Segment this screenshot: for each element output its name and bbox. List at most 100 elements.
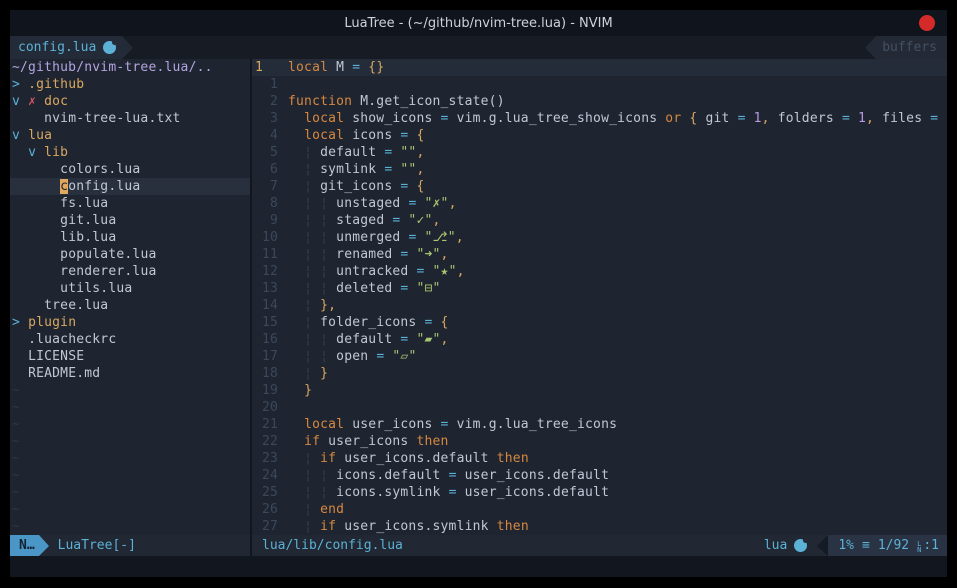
code-line[interactable]: 1local M = {} [252, 59, 947, 76]
code-editor[interactable]: 1local M = {}12function M.get_icon_state… [252, 59, 947, 535]
line-number: 7 [252, 178, 278, 195]
tree-row[interactable]: git.lua [10, 212, 250, 229]
token-plain [20, 94, 28, 109]
tree-row[interactable]: > .github [10, 76, 250, 93]
code-line[interactable]: 2function M.get_icon_state() [252, 93, 947, 110]
code-line[interactable]: 17 ¦ ¦ open = "▱" [252, 348, 947, 365]
tree-row[interactable]: v lua [10, 127, 250, 144]
token-fg [288, 434, 304, 449]
code-line[interactable]: 21 local user_icons = vim.g.lua_tree_ico… [252, 416, 947, 433]
token-file: colors.lua [60, 162, 140, 177]
tab-config-lua[interactable]: config.lua [10, 36, 122, 59]
token-pu: , [866, 111, 874, 126]
token-op: = [424, 315, 432, 330]
tree-row[interactable]: > plugin [10, 314, 250, 331]
token-fg: vim.g.lua_tree_show_icons [449, 111, 666, 126]
main-area: ~/github/nvim-tree.lua/..> .githubv ✗ do… [10, 59, 947, 535]
code-line[interactable]: 5 ¦ default = "", [252, 144, 947, 161]
token-root: ~/github/nvim-tree.lua/.. [12, 60, 213, 75]
file-tree[interactable]: ~/github/nvim-tree.lua/..> .githubv ✗ do… [10, 59, 250, 535]
code-line[interactable]: 15 ¦ folder_icons = { [252, 314, 947, 331]
line-number: 19 [252, 382, 278, 399]
token-guide: ¦ [320, 196, 328, 211]
code-text: ¦ ¦ staged = "✓", [278, 212, 441, 229]
tree-row[interactable]: renderer.lua [10, 263, 250, 280]
tree-row[interactable]: ~ [10, 399, 250, 416]
code-line[interactable]: 23 ¦ if user_icons.default then [252, 450, 947, 467]
tree-row[interactable]: v ✗ doc [10, 93, 250, 110]
ln-bottom: N [917, 547, 921, 553]
code-line[interactable]: 1 [252, 76, 947, 93]
tree-row[interactable]: ~ [10, 416, 250, 433]
tree-row[interactable]: ~ [10, 450, 250, 467]
token-num: 1 [850, 111, 866, 126]
tree-row[interactable]: fs.lua [10, 195, 250, 212]
tree-row[interactable]: ~ [10, 484, 250, 501]
code-line[interactable]: 16 ¦ ¦ default = "▰", [252, 331, 947, 348]
token-fg [288, 468, 304, 483]
token-fg [288, 264, 304, 279]
token-plain [36, 94, 44, 109]
code-line[interactable]: 24 ¦ ¦ icons.default = user_icons.defaul… [252, 467, 947, 484]
code-line[interactable]: 18 ¦ } [252, 365, 947, 382]
token-guide: ¦ [304, 196, 312, 211]
code-line[interactable]: 14 ¦ }, [252, 297, 947, 314]
tree-row[interactable]: v lib [10, 144, 250, 161]
tree-row[interactable]: README.md [10, 365, 250, 382]
command-line[interactable] [10, 556, 947, 577]
token-folder: lib [44, 145, 68, 160]
token-fg [288, 383, 304, 398]
titlebar[interactable]: LuaTree - (~/github/nvim-tree.lua) - NVI… [10, 10, 947, 36]
tree-row[interactable]: ~ [10, 501, 250, 518]
token-pu: , [449, 196, 457, 211]
code-line[interactable]: 13 ¦ ¦ deleted = "⊟" [252, 280, 947, 297]
tree-row[interactable]: ~ [10, 382, 250, 399]
tree-row-selected[interactable]: config.lua [10, 178, 250, 195]
window-title: LuaTree - (~/github/nvim-tree.lua) - NVI… [344, 16, 612, 31]
code-line[interactable]: 6 ¦ symlink = "", [252, 161, 947, 178]
token-fg [312, 349, 320, 364]
token-pu: } [312, 366, 328, 381]
token-str: "" [392, 145, 416, 160]
token-str: "⊟" [408, 281, 440, 296]
tree-row[interactable]: populate.lua [10, 246, 250, 263]
tree-row[interactable]: ~/github/nvim-tree.lua/.. [10, 59, 250, 76]
code-line[interactable]: 12 ¦ ¦ untracked = "★", [252, 263, 947, 280]
tree-row[interactable]: ~ [10, 467, 250, 484]
token-fg [312, 213, 320, 228]
buffers-label[interactable]: buffers [876, 36, 947, 59]
tree-row[interactable]: utils.lua [10, 280, 250, 297]
code-line[interactable]: 20 [252, 399, 947, 416]
token-tilde: ~ [12, 519, 20, 534]
code-text: ¦ end [278, 501, 344, 518]
tree-row[interactable]: colors.lua [10, 161, 250, 178]
code-line[interactable]: 4 local icons = { [252, 127, 947, 144]
token-plain [12, 247, 60, 262]
tree-row[interactable]: lib.lua [10, 229, 250, 246]
powerline-arrow-icon [122, 36, 133, 59]
code-line[interactable]: 22 if user_icons then [252, 433, 947, 450]
tree-row[interactable]: .luacheckrc [10, 331, 250, 348]
tree-row[interactable]: ~ [10, 518, 250, 535]
token-kw: local [304, 128, 344, 143]
code-line[interactable]: 3 local show_icons = vim.g.lua_tree_show… [252, 110, 947, 127]
token-red: ✗ [28, 94, 36, 109]
token-guide: ¦ [304, 230, 312, 245]
code-line[interactable]: 10 ¦ ¦ unmerged = "⎇", [252, 229, 947, 246]
code-line[interactable]: 8 ¦ ¦ unstaged = "✗", [252, 195, 947, 212]
tree-row[interactable]: tree.lua [10, 297, 250, 314]
tree-row[interactable]: ~ [10, 433, 250, 450]
code-line[interactable]: 9 ¦ ¦ staged = "✓", [252, 212, 947, 229]
close-button[interactable] [919, 15, 935, 31]
line-number: 2 [252, 93, 278, 110]
token-guide: ¦ [304, 349, 312, 364]
tree-row[interactable]: nvim-tree-lua.txt [10, 110, 250, 127]
code-line[interactable]: 7 ¦ git_icons = { [252, 178, 947, 195]
code-line[interactable]: 11 ¦ ¦ renamed = "➜", [252, 246, 947, 263]
mode-text: N… [19, 538, 35, 553]
code-line[interactable]: 26 ¦ end [252, 501, 947, 518]
tree-row[interactable]: LICENSE [10, 348, 250, 365]
code-line[interactable]: 19 } [252, 382, 947, 399]
code-line[interactable]: 25 ¦ ¦ icons.symlink = user_icons.defaul… [252, 484, 947, 501]
code-line[interactable]: 27 ¦ if user_icons.symlink then [252, 518, 947, 535]
